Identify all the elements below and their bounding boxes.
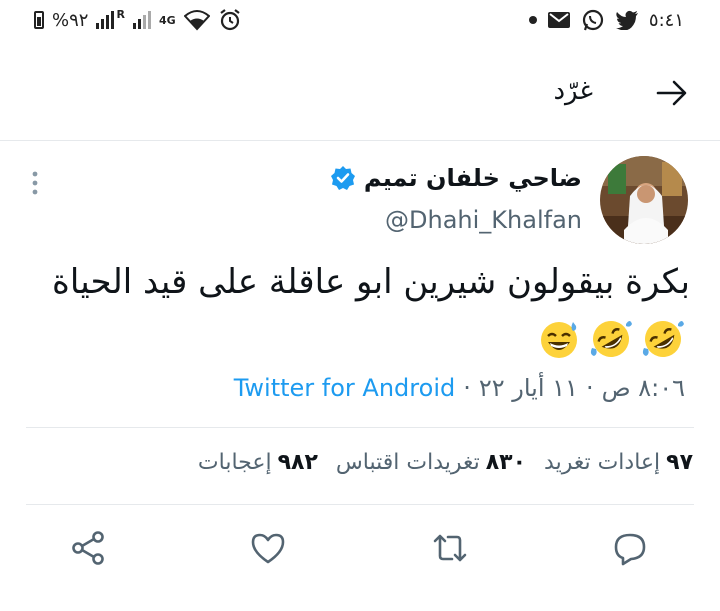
verified-badge-icon (330, 166, 355, 190)
tweet-date: ١١ أيار ٢٢ (478, 374, 578, 402)
retweets-stat[interactable]: ٩٧إعادات تغريد (544, 450, 693, 475)
dot-icon (528, 16, 537, 24)
meta-divider (26, 427, 694, 428)
alarm-icon (219, 9, 240, 31)
share-button[interactable] (68, 528, 108, 568)
quotes-label: تغريدات اقتباس (335, 450, 480, 475)
tweet-meta: ٨:٠٦ ص · ١١ أيار ٢٢ · Twitter for Androi… (234, 374, 685, 402)
likes-count: ٩٨٢ (277, 450, 318, 475)
tweet-stats: ٩٧إعادات تغريد ٨٣٠تغريدات اقتباس ٩٨٢إعجا… (198, 450, 693, 475)
author-name[interactable]: ضاحي خلفان تميم (364, 164, 582, 192)
likes-label: إعجابات (197, 450, 272, 475)
likes-stat[interactable]: ٩٨٢إعجابات (198, 450, 318, 475)
signal-icon-2 (132, 11, 151, 29)
author-handle[interactable]: @Dhahi_Khalfan (385, 206, 582, 234)
signal-icon (96, 11, 115, 29)
grinning-sweat-emoji (541, 322, 577, 358)
rofl-emoji (590, 321, 632, 357)
more-options-icon[interactable] (30, 170, 40, 196)
page-title: غرّد (553, 76, 593, 106)
retweet-icon (433, 534, 467, 562)
retweets-count: ٩٧ (666, 450, 693, 475)
avatar[interactable] (600, 156, 688, 244)
tweet-source[interactable]: Twitter for Android (234, 374, 455, 402)
wifi-icon (183, 10, 210, 31)
reply-icon (614, 533, 646, 566)
tweet-text: بكرة بيقولون شيرين ابو عاقلة على قيد الح… (52, 262, 690, 302)
quotes-count: ٨٣٠ (485, 450, 527, 475)
roaming-indicator: R (116, 7, 125, 21)
reply-button[interactable] (610, 528, 650, 568)
emoji-row (538, 318, 684, 360)
back-arrow-icon[interactable] (654, 76, 688, 110)
rofl-emoji (642, 321, 684, 357)
clock: ٥:٤١ (648, 9, 684, 31)
battery-icon (34, 11, 44, 29)
header-divider (0, 140, 720, 141)
author-row: ضاحي خلفان تميم (330, 164, 582, 192)
status-bar: %٩٢ R 4G ٥:٤١ (0, 0, 720, 44)
stats-divider (26, 504, 694, 505)
like-button[interactable] (248, 528, 288, 568)
status-right: ٥:٤١ (528, 8, 684, 32)
tweet-time: ٨:٠٦ ص (601, 374, 685, 402)
meta-separator: · (585, 374, 594, 402)
meta-separator: · (463, 374, 471, 402)
heart-icon (251, 533, 285, 564)
network-type: 4G (158, 13, 176, 27)
retweets-label: إعادات تغريد (544, 450, 661, 475)
share-icon (72, 531, 104, 565)
twitter-bird-icon (615, 10, 638, 30)
status-left: %٩٢ R 4G (34, 8, 242, 32)
quotes-stat[interactable]: ٨٣٠تغريدات اقتباس (336, 450, 526, 475)
battery-percent: %٩٢ (52, 9, 89, 31)
retweet-button[interactable] (430, 528, 470, 568)
whatsapp-icon (582, 9, 604, 31)
mail-icon (547, 12, 570, 28)
